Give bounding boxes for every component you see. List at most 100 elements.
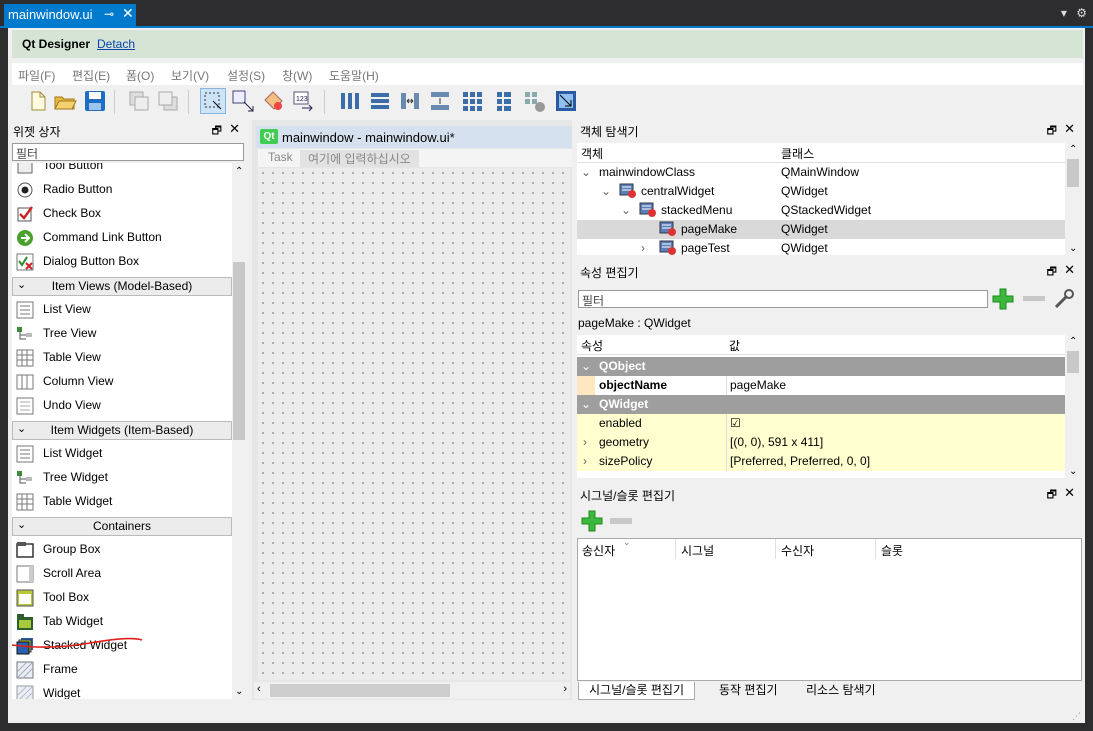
property-row[interactable]: enabled ☑ <box>577 414 1065 433</box>
form-menu-type-here[interactable]: 여기에 입력하십시오 <box>300 150 419 167</box>
scroll-up-icon[interactable]: ⌃ <box>1069 144 1077 155</box>
scroll-down-icon[interactable]: ⌄ <box>1069 466 1077 477</box>
new-file-icon[interactable] <box>24 88 50 114</box>
float-icon[interactable]: 🗗 <box>1047 263 1057 282</box>
layout-v-splitter-icon[interactable] <box>427 88 453 114</box>
scroll-up-icon[interactable]: ⌃ <box>1069 336 1077 347</box>
edit-tab-order-icon[interactable]: 123 <box>290 88 316 114</box>
widget-item[interactable]: Tool Box <box>12 586 232 610</box>
scroll-up-icon[interactable]: ⌃ <box>235 166 243 177</box>
remove-connection-icon[interactable] <box>610 518 632 524</box>
widget-item[interactable]: Check Box <box>12 202 232 226</box>
adjust-size-icon[interactable] <box>553 88 579 114</box>
add-connection-icon[interactable] <box>581 510 603 532</box>
layout-horizontal-icon[interactable] <box>337 88 363 114</box>
widget-item[interactable]: Group Box <box>12 538 232 562</box>
header-class[interactable]: 클래스 <box>777 143 1066 163</box>
property-filter[interactable]: 필터 <box>578 290 988 308</box>
detach-link[interactable]: Detach <box>97 37 135 51</box>
property-value[interactable]: [Preferred, Preferred, 0, 0] <box>730 454 870 468</box>
menu-edit[interactable]: 편집(E) <box>72 67 110 84</box>
dropdown-icon[interactable]: ▾ <box>1061 6 1067 20</box>
widget-box-scroll-thumb[interactable] <box>233 262 245 440</box>
chevron-down-icon[interactable]: ⌄ <box>581 359 591 373</box>
form-canvas[interactable] <box>258 168 570 680</box>
property-category-row[interactable]: ⌄ QWidget <box>577 395 1065 414</box>
edit-widgets-icon[interactable] <box>200 88 226 114</box>
gear-icon[interactable]: ⚙ <box>1076 6 1087 20</box>
property-category-row[interactable]: ⌄ QObject <box>577 357 1065 376</box>
edit-buddies-icon[interactable] <box>260 88 286 114</box>
scroll-thumb[interactable] <box>1067 159 1079 187</box>
tab-action-editor[interactable]: 동작 편집기 <box>709 682 788 699</box>
layout-vertical-icon[interactable] <box>367 88 393 114</box>
widget-item[interactable]: Table Widget <box>12 490 232 514</box>
layout-grid-icon[interactable] <box>459 88 485 114</box>
menu-form[interactable]: 폼(O) <box>126 67 154 84</box>
header-sender[interactable]: 송신자 <box>582 542 615 559</box>
layout-h-splitter-icon[interactable] <box>397 88 423 114</box>
send-back-icon[interactable] <box>126 88 152 114</box>
configure-icon[interactable] <box>1052 287 1076 311</box>
edit-signals-icon[interactable] <box>230 88 256 114</box>
object-tree-row[interactable]: › pageTest QWidget <box>577 239 1065 258</box>
widget-item[interactable]: Scroll Area <box>12 562 232 586</box>
property-row[interactable]: › geometry [(0, 0), 591 x 411] <box>577 433 1065 452</box>
scroll-right-icon[interactable]: › <box>563 683 567 695</box>
object-tree-row[interactable]: ⌄ stackedMenu QStackedWidget <box>577 201 1065 220</box>
widget-item[interactable]: Command Link Button <box>12 226 232 250</box>
tab-resource-browser[interactable]: 리소스 탐색기 <box>796 682 886 699</box>
bring-front-icon[interactable] <box>155 88 181 114</box>
close-icon[interactable]: ✕ <box>1064 485 1075 501</box>
property-value[interactable]: [(0, 0), 591 x 411] <box>730 435 823 449</box>
header-signal[interactable]: 시그널 <box>681 542 714 559</box>
widget-item[interactable]: Table View <box>12 346 232 370</box>
layout-form-icon[interactable] <box>491 88 517 114</box>
close-icon[interactable]: ✕ <box>229 121 240 137</box>
tab-strip-controls[interactable]: ▾ ⚙ <box>1061 6 1087 20</box>
menu-file[interactable]: 파일(F) <box>18 67 55 84</box>
widget-item[interactable]: Tool Button <box>12 163 232 178</box>
menu-window[interactable]: 창(W) <box>282 67 312 84</box>
widget-category[interactable]: ⌄ Item Views (Model-Based) <box>12 277 232 296</box>
property-value[interactable]: ☑ <box>730 416 741 430</box>
widget-item[interactable]: List View <box>12 298 232 322</box>
object-tree-row[interactable]: pageMake QWidget <box>577 220 1065 239</box>
property-value[interactable]: pageMake <box>730 378 786 392</box>
widget-category[interactable]: ⌄ Item Widgets (Item-Based) <box>12 421 232 440</box>
menu-settings[interactable]: 설정(S) <box>227 67 265 84</box>
tab-signal-slot[interactable]: 시그널/슬롯 편집기 <box>578 682 695 700</box>
header-property[interactable]: 속성 <box>577 335 726 355</box>
break-layout-icon[interactable] <box>521 88 547 114</box>
save-icon[interactable] <box>82 88 108 114</box>
widget-box-filter[interactable]: 필터 <box>12 143 244 161</box>
pin-icon[interactable]: ⊸ <box>104 7 114 21</box>
header-receiver[interactable]: 수신자 <box>781 542 814 559</box>
chevron-down-icon[interactable]: ⌄ <box>581 397 591 411</box>
object-inspector-scrollbar[interactable]: ⌃ ⌄ <box>1065 143 1081 255</box>
scroll-left-icon[interactable]: ‹ <box>257 683 261 695</box>
scroll-down-icon[interactable]: ⌄ <box>1069 243 1077 254</box>
widget-item[interactable]: Tree Widget <box>12 466 232 490</box>
chevron-right-icon[interactable]: › <box>583 435 587 449</box>
float-icon[interactable]: 🗗 <box>212 122 222 141</box>
scroll-down-icon[interactable]: ⌄ <box>235 686 243 697</box>
remove-property-icon[interactable] <box>1023 296 1045 301</box>
document-tab[interactable]: mainwindow.ui ⊸ ✕ <box>4 4 136 26</box>
property-row[interactable]: objectName pageMake <box>577 376 1065 395</box>
widget-item[interactable]: Undo View <box>12 394 232 418</box>
object-tree-row[interactable]: ⌄ centralWidget QWidget <box>577 182 1065 201</box>
float-icon[interactable]: 🗗 <box>1047 486 1057 505</box>
chevron-right-icon[interactable]: › <box>641 241 645 255</box>
close-tab-icon[interactable]: ✕ <box>122 5 134 22</box>
form-menu-task[interactable]: Task <box>268 150 293 164</box>
float-icon[interactable]: 🗗 <box>1047 122 1057 141</box>
add-property-icon[interactable] <box>991 287 1015 311</box>
widget-item[interactable]: Column View <box>12 370 232 394</box>
widget-item[interactable]: Frame <box>12 658 232 682</box>
widget-category[interactable]: ⌄ Containers <box>12 517 232 536</box>
widget-item[interactable]: Radio Button <box>12 178 232 202</box>
chevron-down-icon[interactable]: ⌄ <box>601 184 611 198</box>
menu-help[interactable]: 도움말(H) <box>329 67 379 84</box>
close-icon[interactable]: ✕ <box>1064 121 1075 137</box>
